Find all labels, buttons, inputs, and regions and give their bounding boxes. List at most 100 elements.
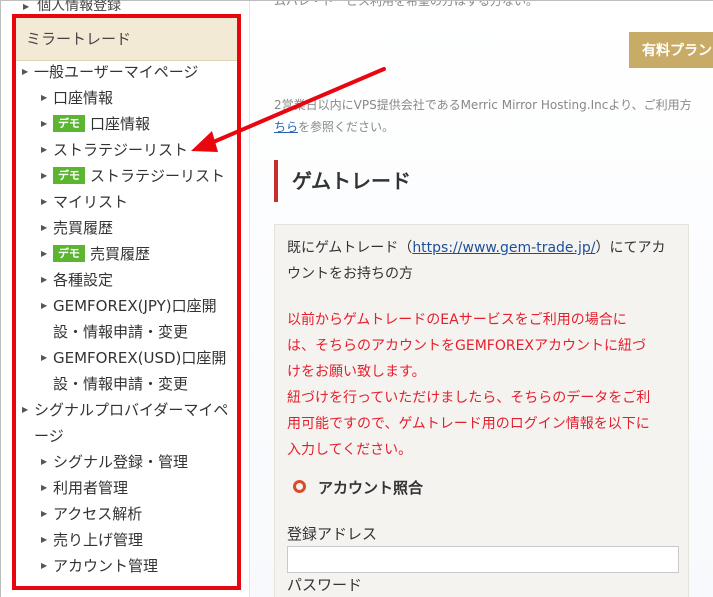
sidebar-menu-item-label: 口座情報 [53, 89, 114, 107]
sidebar-menu-item[interactable]: ▶ デモ ストラテジーリスト [1, 163, 241, 189]
email-field[interactable] [287, 546, 679, 573]
sidebar-menu-item-label: シグナル登録・管理 [53, 453, 189, 471]
triangle-right-icon: ▶ [41, 93, 48, 102]
sidebar-menu-item-line: シグナルプロバイダーマイペ [34, 397, 241, 423]
sidebar-menu-item-label-cont: 設・情報申請・変更 [53, 375, 189, 393]
demo-badge: デモ [53, 115, 85, 132]
gem-trade-card: 既にゲムトレード（https://www.gem-trade.jp/）にてアカ … [274, 224, 689, 597]
notice-line: 用可能ですので、ゲムトレード用のログイン情報を以下に [287, 416, 650, 432]
existing-account-suffix: ）にてアカ [595, 240, 666, 256]
sidebar-menu-item[interactable]: ▶ 一般ユーザーマイページ [1, 59, 241, 85]
sidebar-menu-item[interactable]: ▶ ストラテジーリスト [1, 137, 241, 163]
sidebar-menu-item[interactable]: ▶ アカウント管理 [1, 553, 241, 579]
existing-account-text: 既にゲムトレード（https://www.gem-trade.jp/）にてアカ … [287, 235, 683, 287]
paid-plan-button[interactable]: 有料プラン [629, 32, 713, 68]
triangle-right-icon: ▶ [41, 509, 48, 518]
sidebar-menu-item[interactable]: ▶ 口座情報 [1, 85, 241, 111]
sidebar-menu-item-label: マイリスト [53, 193, 129, 211]
notice-line: 紐づけを行っていただけましたら、そちらのデータをご利 [287, 390, 651, 406]
triangle-right-icon: ▶ [41, 119, 48, 128]
triangle-right-icon: ▶ [41, 561, 48, 570]
sidebar-menu-item-label: GEMFOREX(USD)口座開 [53, 349, 227, 367]
triangle-right-icon: ▶ [41, 457, 48, 466]
email-label: 登録アドレス [287, 525, 378, 543]
vps-info-line1: 2営業日以内にVPS提供会社であるMerric Mirror Hosting.I… [274, 98, 692, 112]
password-label: パスワード [287, 576, 363, 594]
sidebar-menu-item[interactable]: ▶ シグナル登録・管理 [1, 449, 241, 475]
sidebar-menu-item-label: アカウント管理 [53, 557, 159, 575]
triangle-right-icon: ▶ [41, 145, 48, 154]
sidebar-menu-item[interactable]: ▶ デモ 口座情報 [1, 111, 241, 137]
sidebar-menu-item[interactable]: ▶ 売り上げ管理 [1, 527, 241, 553]
triangle-right-icon: ▶ [41, 223, 48, 232]
sidebar-menu-item[interactable]: ▶ デモ 売買履歴 [1, 241, 241, 267]
sidebar-menu-item-label: アクセス解析 [53, 505, 143, 523]
section-heading: ゲムトレード [274, 160, 411, 202]
sidebar-menu-item[interactable]: ▶ アクセス解析 [1, 501, 241, 527]
sidebar-menu-item-label: 一般ユーザーマイページ [34, 63, 199, 81]
sidebar-menu-item-line: 各種設定 [53, 271, 113, 289]
triangle-right-icon: ▶ [41, 535, 48, 544]
existing-account-line2: ウントをお持ちの方 [287, 266, 413, 282]
sidebar-item-label: 個人情報登録 [37, 0, 122, 14]
sidebar-menu-item[interactable]: ▶ マイリスト [1, 189, 241, 215]
sidebar-menu-item-line: ストラテジーリスト [53, 141, 188, 159]
notice-line: 以前からゲムトレードのEAサービスをご利用の場合に [287, 312, 627, 328]
main-content: ムバレ・ドービス利用を希望の方はする方ない。 有料プラン 2営業日以内にVPS提… [250, 1, 713, 597]
sidebar-menu-item-label: ストラテジーリスト [53, 141, 189, 159]
sidebar-menu-item-label: 売買履歴 [53, 219, 114, 237]
existing-account-line1: 既にゲムトレード（https://www.gem-trade.jp/）にてアカ [287, 235, 683, 261]
triangle-right-icon: ▶ [41, 171, 48, 180]
sidebar-menu-item[interactable]: ▶ 各種設定 [1, 267, 241, 293]
triangle-right-icon: ▶ [41, 301, 48, 310]
top-notice-text: ムバレ・ドービス利用を希望の方はする方ない。 [274, 1, 539, 8]
triangle-right-icon: ▶ [41, 275, 48, 284]
sidebar-menu-item-line: 口座情報 [53, 89, 113, 107]
notice-line: は、そちらのアカウントをGEMFOREXアカウントに紐づ [287, 338, 647, 354]
sidebar-menu-item-line: シグナル登録・管理 [53, 453, 188, 471]
account-match-title: アカウント照合 [293, 477, 423, 498]
existing-account-prefix: 既にゲムトレード（ [287, 240, 413, 256]
sidebar-menu: ▶ 一般ユーザーマイページ ▶ 口座情報 ▶ デモ 口座情報 ▶ ストラテジーリスト ▶ デモ ストラ… [1, 59, 241, 579]
triangle-right-icon: ▶ [23, 1, 30, 11]
vps-info-link[interactable]: ちら [274, 120, 298, 134]
vps-info-text: 2営業日以内にVPS提供会社であるMerric Mirror Hosting.I… [274, 94, 692, 138]
sidebar-menu-item[interactable]: ▶ 売買履歴 [1, 215, 241, 241]
sidebar-menu-item-line: 利用者管理 [53, 479, 128, 497]
notice-line: 入力してください。 [287, 442, 413, 458]
sidebar-menu-item-line: GEMFOREX(USD)口座開 [53, 345, 241, 371]
triangle-right-icon: ▶ [41, 249, 48, 258]
notice-line: けをお願い致します。 [287, 364, 426, 380]
sidebar-menu-item[interactable]: ▶ 利用者管理 [1, 475, 241, 501]
circle-icon [293, 480, 306, 493]
triangle-right-icon: ▶ [41, 353, 48, 362]
sidebar-menu-item-line: マイリスト [53, 193, 128, 211]
sidebar-header: ミラートレード [15, 17, 239, 61]
demo-badge: デモ [53, 245, 85, 262]
sidebar-menu-item-label: 売り上げ管理 [53, 531, 144, 549]
sidebar-menu-item[interactable]: ▶ GEMFOREX(JPY)口座開 設・情報申請・変更 [1, 293, 241, 345]
sidebar-menu-item-label: シグナルプロバイダーマイペ [34, 401, 229, 419]
sidebar: ▶ 個人情報登録 ミラートレード ▶ 一般ユーザーマイページ ▶ 口座情報 ▶ デモ 口座情報… [1, 0, 249, 597]
vps-info-line2: を参照ください。 [298, 120, 395, 134]
sidebar-menu-item-label: GEMFOREX(JPY)口座開 [53, 297, 217, 315]
sidebar-menu-item-line: アクセス解析 [53, 505, 142, 523]
sidebar-menu-item-label-cont: 設・情報申請・変更 [53, 323, 189, 341]
sidebar-menu-item-line: デモ ストラテジーリスト [53, 167, 225, 185]
demo-badge: デモ [53, 167, 85, 184]
triangle-right-icon: ▶ [41, 197, 48, 206]
account-match-label: アカウント照合 [318, 479, 424, 497]
sidebar-menu-item-line: デモ 口座情報 [53, 115, 150, 133]
triangle-right-icon: ▶ [22, 405, 29, 414]
sidebar-menu-item[interactable]: ▶ シグナルプロバイダーマイペ ージ [1, 397, 241, 449]
sidebar-menu-item-label: 売買履歴 [90, 245, 151, 263]
gem-trade-url-link[interactable]: https://www.gem-trade.jp/ [412, 240, 595, 256]
sidebar-item-personal-info[interactable]: ▶ 個人情報登録 [23, 0, 121, 15]
sidebar-menu-item[interactable]: ▶ GEMFOREX(USD)口座開 設・情報申請・変更 [1, 345, 241, 397]
link-account-notice: 以前からゲムトレードのEAサービスをご利用の場合には、そちらのアカウントをGEM… [287, 307, 683, 463]
triangle-right-icon: ▶ [22, 67, 29, 76]
sidebar-menu-item-label: 口座情報 [90, 115, 151, 133]
sidebar-menu-item-line: デモ 売買履歴 [53, 245, 150, 263]
sidebar-menu-item-label: 利用者管理 [53, 479, 129, 497]
sidebar-menu-item-label-cont: ージ [34, 427, 64, 445]
